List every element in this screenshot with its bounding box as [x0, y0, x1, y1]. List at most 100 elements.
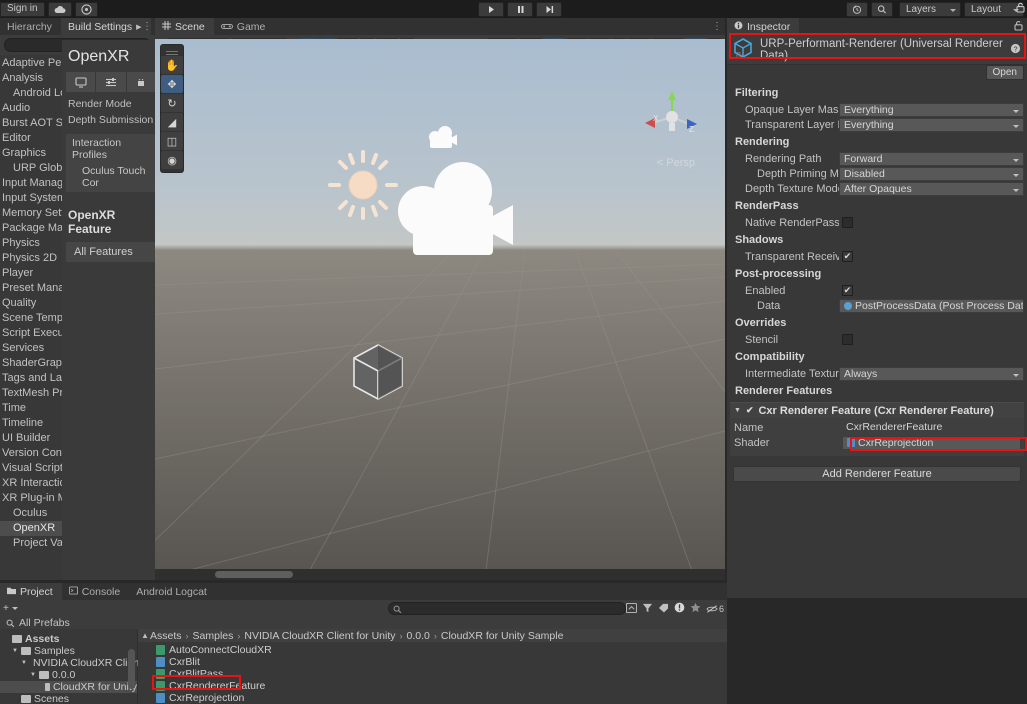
filter-label-icon[interactable] — [658, 603, 669, 616]
cube-object[interactable] — [347, 341, 409, 403]
dropdown-intermediate-texture[interactable]: Always — [839, 367, 1024, 381]
dropdown-rendering-path[interactable]: Forward — [839, 152, 1024, 166]
scene-kebab-menu-icon[interactable]: ⋮ — [712, 21, 722, 32]
rotate-tool-icon[interactable]: ↻ — [161, 94, 183, 112]
feature-header[interactable]: ▼✔Cxr Renderer Feature (Cxr Renderer Fea… — [730, 402, 1024, 418]
android-icon[interactable] — [127, 72, 156, 92]
folder-item-scenes[interactable]: Scenes — [0, 693, 137, 704]
project-search-input[interactable] — [388, 602, 626, 615]
folder-item-0-0-0[interactable]: ▼0.0.0 — [0, 669, 137, 681]
foldout-arrow-icon[interactable]: ▼ — [30, 669, 36, 681]
tab-console[interactable]: Console — [62, 583, 130, 600]
step-icon[interactable] — [536, 2, 562, 17]
tab-hierarchy[interactable]: Hierarchy — [0, 18, 61, 35]
play-small-icon[interactable]: ▶ — [136, 23, 141, 31]
settings-sliders-icon[interactable] — [96, 72, 126, 92]
project-asset-list[interactable]: ▲ Assets›Samples›NVIDIA CloudXR Client f… — [138, 629, 727, 704]
tab-android-logcat[interactable]: Android Logcat — [129, 583, 216, 600]
dropdown-depth-priming-mode[interactable]: Disabled — [839, 167, 1024, 181]
foldout-arrow-icon[interactable]: ▼ — [734, 407, 741, 414]
favorite-icon[interactable] — [690, 602, 701, 616]
layers-dropdown[interactable]: Layers — [899, 2, 961, 17]
desktop-icon[interactable] — [66, 72, 96, 92]
property-row: Native RenderPass — [727, 215, 1027, 230]
folder-icon — [21, 695, 31, 703]
checkbox-transparent-receive-sh[interactable]: ✔ — [842, 251, 853, 262]
tab-build-settings[interactable]: Build Settings ▶ — [61, 18, 151, 35]
small-camera-gizmo — [429, 126, 457, 148]
all-features-item[interactable]: All Features — [66, 242, 156, 262]
play-icon[interactable] — [478, 2, 504, 17]
scene-horizontal-scrollbar[interactable] — [155, 569, 725, 580]
group-header-filtering: Filtering — [727, 83, 1027, 102]
tab-inspector[interactable]: Inspector — [727, 18, 799, 35]
breadcrumb-segment[interactable]: 0.0.0 — [407, 630, 430, 642]
cloud-icon[interactable] — [48, 2, 72, 17]
scrollbar-thumb[interactable] — [215, 571, 293, 578]
breadcrumb-collapse-icon[interactable]: ▲ — [141, 631, 149, 640]
dropdown-transparent-layer-mask[interactable]: Everything — [839, 118, 1024, 132]
hand-tool-icon[interactable]: ✋ — [161, 56, 183, 74]
project-favorites-row[interactable]: All Prefabs — [0, 617, 727, 629]
folder-item-nvidia-cloudxr-client[interactable]: ▼NVIDIA CloudXR Client — [0, 657, 137, 669]
scale-tool-icon[interactable]: ◢ — [161, 113, 183, 131]
hidden-filter-icon[interactable]: 6 — [706, 604, 724, 614]
search-icon[interactable] — [871, 2, 893, 17]
breadcrumb[interactable]: ▲ Assets›Samples›NVIDIA CloudXR Client f… — [138, 629, 727, 642]
breadcrumb-segment[interactable]: NVIDIA CloudXR Client for Unity — [244, 630, 395, 642]
perspective-label[interactable]: < Persp — [657, 157, 695, 169]
breadcrumb-segment[interactable]: Assets — [150, 630, 182, 642]
checkbox-native-renderpass[interactable] — [842, 217, 853, 228]
feature-name-field[interactable]: CxrRendererFeature — [842, 421, 1021, 435]
breadcrumb-segment[interactable]: CloudXR for Unity Sample — [441, 630, 564, 642]
save-search-icon[interactable] — [626, 603, 637, 616]
dropdown-opaque-layer-mask[interactable]: Everything — [839, 103, 1024, 117]
asset-item-cxrblit[interactable]: CxrBlit — [138, 656, 727, 668]
kebab-menu-icon[interactable]: ⋮ — [142, 21, 152, 32]
folder-item-samples[interactable]: ▼Samples — [0, 645, 137, 657]
feature-shader-field[interactable]: CxrReprojection — [842, 436, 1021, 450]
tab-game[interactable]: Game — [214, 18, 275, 35]
warning-filter-icon[interactable] — [674, 602, 685, 616]
interaction-profiles-box[interactable]: Interaction Profiles Oculus Touch Cor — [66, 134, 156, 192]
project-panel: Project Console Android Logcat + — [0, 583, 727, 704]
checkbox-enabled[interactable]: ✔ — [842, 285, 853, 296]
project-folder-tree[interactable]: Assets▼Samples▼NVIDIA CloudXR Client▼0.0… — [0, 629, 138, 704]
pause-icon[interactable] — [507, 2, 533, 17]
asset-item-autoconnectcloudxr[interactable]: AutoConnectCloudXR — [138, 644, 727, 656]
move-tool-icon[interactable]: ✥ — [161, 75, 183, 93]
inspector-lock-icon[interactable] — [1014, 20, 1023, 34]
scene-orientation-gizmo[interactable]: X Z — [639, 87, 705, 157]
create-asset-button[interactable]: + — [0, 603, 18, 614]
asset-item-cxrreprojection[interactable]: CxrReprojection — [138, 692, 727, 704]
folder-item-cloudxr-for-unity[interactable]: CloudXR for Unity — [0, 681, 137, 693]
csharp-script-icon — [156, 681, 165, 691]
folder-tree-scrollbar[interactable] — [128, 649, 135, 689]
feature-enabled-checkbox[interactable]: ✔ — [746, 405, 754, 416]
scene-viewport[interactable]: ✋ ✥ ↻ ◢ ◫ ◉ X Z — [155, 39, 725, 580]
layout-dropdown[interactable]: Layout — [964, 2, 1024, 17]
asset-item-cxrblitpass[interactable]: CxrBlitPass — [138, 668, 727, 680]
tab-scene[interactable]: Scene — [155, 18, 214, 35]
lock-icon[interactable] — [1016, 2, 1025, 16]
transform-tool-icon[interactable]: ◉ — [161, 151, 183, 169]
open-button[interactable]: Open — [986, 65, 1024, 80]
filter-type-icon[interactable] — [642, 603, 653, 616]
asset-item-cxrrendererfeature[interactable]: CxrRendererFeature — [138, 680, 727, 692]
object-field-data[interactable]: PostProcessData (Post Process Data) — [839, 299, 1024, 313]
sign-in-button[interactable]: Sign in — [0, 2, 45, 17]
tools-drag-handle[interactable] — [161, 47, 183, 55]
checkbox-stencil[interactable] — [842, 334, 853, 345]
foldout-arrow-icon[interactable]: ▼ — [12, 645, 18, 657]
undo-history-icon[interactable] — [846, 2, 868, 17]
add-renderer-feature-button[interactable]: Add Renderer Feature — [733, 466, 1021, 482]
dropdown-depth-texture-mode[interactable]: After Opaques — [839, 182, 1024, 196]
folder-item-assets[interactable]: Assets — [0, 633, 137, 645]
unity-account-icon[interactable] — [75, 2, 98, 17]
tab-project[interactable]: Project — [0, 583, 62, 600]
breadcrumb-segment[interactable]: Samples — [193, 630, 234, 642]
foldout-arrow-icon[interactable]: ▼ — [21, 657, 27, 669]
help-icon[interactable]: ? — [1010, 43, 1021, 57]
scene-object-gizmos[interactable] — [315, 121, 545, 271]
rect-tool-icon[interactable]: ◫ — [161, 132, 183, 150]
